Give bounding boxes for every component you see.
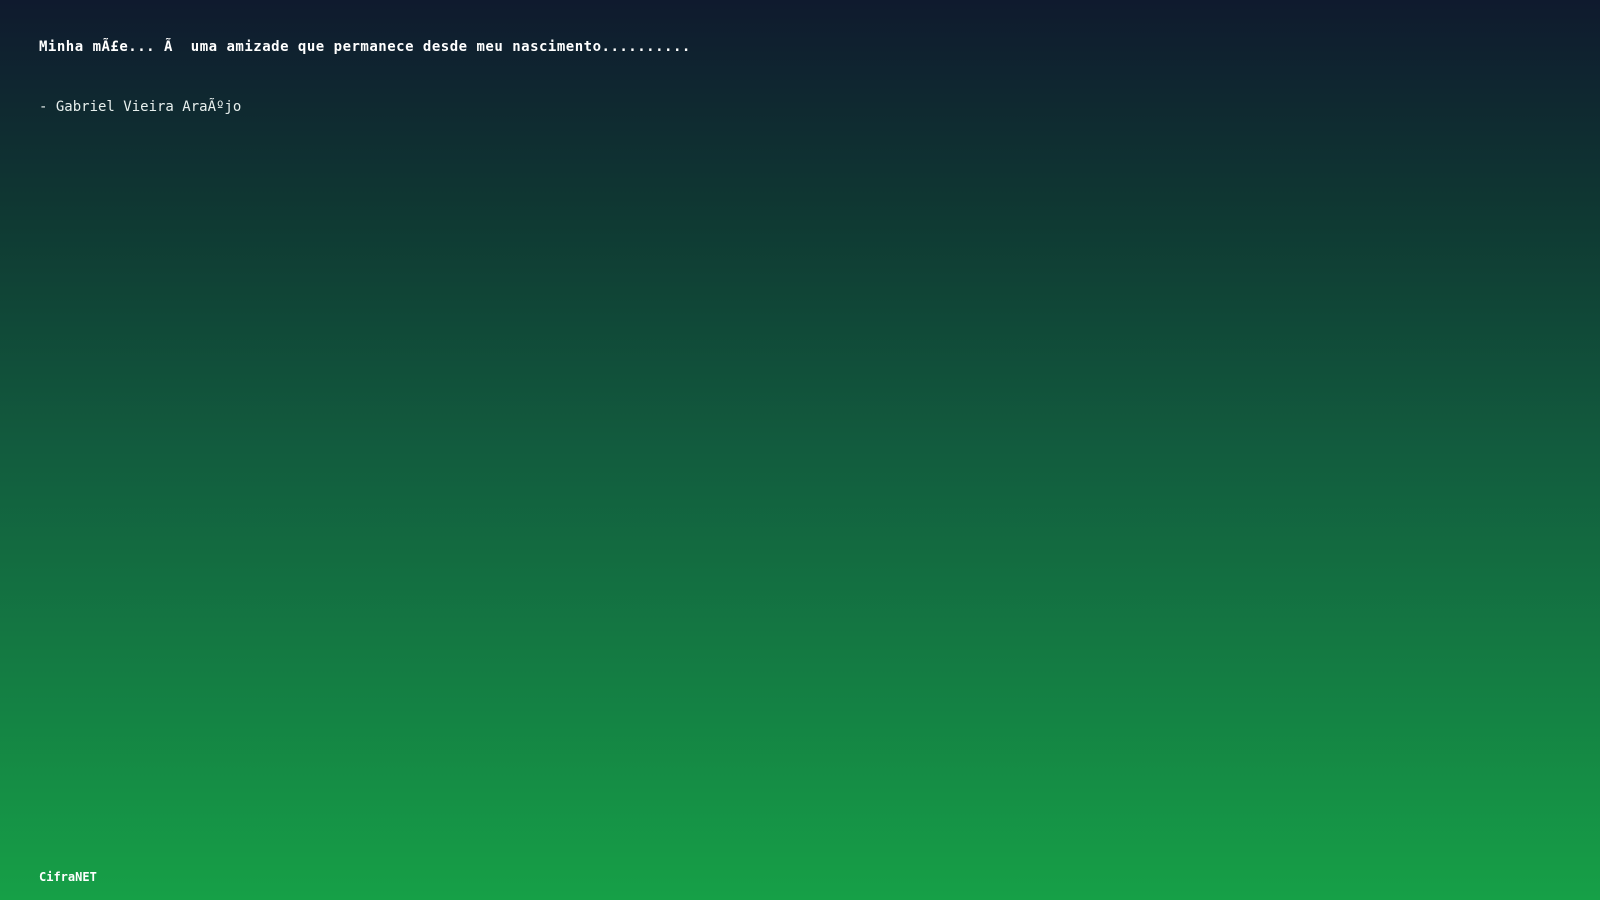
quote-text: Minha mÃ£e... Ã uma amizade que permanec… xyxy=(39,39,691,55)
brand-label: CifraNET xyxy=(39,870,97,884)
quote-author: - Gabriel Vieira AraÃºjo xyxy=(39,99,242,115)
